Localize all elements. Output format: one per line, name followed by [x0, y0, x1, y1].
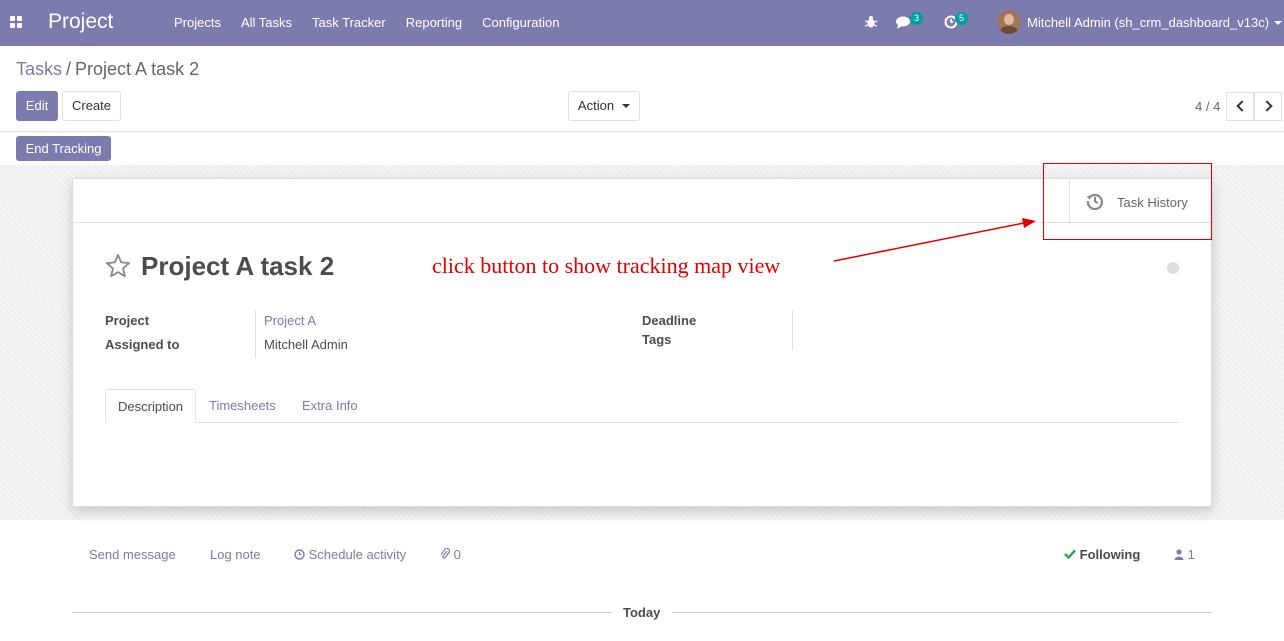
action-dropdown[interactable]: Action: [568, 91, 640, 121]
breadcrumb-current: Project A task 2: [75, 59, 200, 79]
followers-button[interactable]: 1: [1174, 547, 1195, 562]
button-box: Task History: [73, 179, 1211, 223]
divider: [0, 131, 1284, 132]
apps-icon[interactable]: [10, 16, 23, 29]
tags-label: Tags: [642, 332, 672, 347]
create-button[interactable]: Create: [62, 91, 121, 121]
chevron-right-icon: [1261, 100, 1273, 112]
breadcrumb-tasks[interactable]: Tasks: [16, 59, 62, 79]
annotation-text: click button to show tracking map view: [432, 253, 781, 278]
star-icon[interactable]: [105, 253, 131, 279]
end-tracking-button[interactable]: End Tracking: [16, 136, 111, 161]
menu-item-all-tasks[interactable]: All Tasks: [231, 0, 302, 46]
followers-count: 1: [1187, 547, 1195, 562]
pager-value: 4 / 4: [1195, 99, 1221, 114]
following-label: Following: [1079, 547, 1141, 562]
project-value[interactable]: Project A: [264, 313, 316, 328]
menu-item-reporting[interactable]: Reporting: [396, 0, 472, 46]
assigned-to-label: Assigned to: [105, 337, 180, 352]
avatar[interactable]: [997, 10, 1021, 34]
project-label: Project: [105, 313, 150, 328]
tab-description[interactable]: Description: [105, 389, 197, 423]
main-menu: Projects All Tasks Task Tracker Reportin…: [164, 0, 569, 46]
pager-next-button[interactable]: [1254, 92, 1282, 121]
clock-icon: [294, 549, 305, 560]
bug-icon[interactable]: [865, 15, 877, 29]
paperclip-icon: [440, 547, 451, 559]
schedule-activity-label: Schedule activity: [308, 547, 407, 562]
pager-previous-button[interactable]: [1226, 92, 1254, 121]
deadline-label: Deadline: [642, 313, 697, 328]
annotation-highlight-box: [1043, 163, 1212, 240]
tab-timesheets[interactable]: Timesheets: [197, 389, 288, 423]
user-icon: [1174, 549, 1184, 560]
attachments-button[interactable]: 0: [440, 547, 461, 562]
caret-down-icon[interactable]: [1274, 21, 1282, 25]
breadcrumb: Tasks / Project A task 2: [16, 59, 199, 80]
top-navbar: Project Projects All Tasks Task Tracker …: [0, 0, 1284, 46]
tab-extra-info[interactable]: Extra Info: [290, 389, 370, 423]
status-indicator[interactable]: [1167, 262, 1179, 274]
app-brand: Project: [48, 10, 114, 33]
caret-down-icon: [622, 104, 631, 108]
form-sheet: Task History Project A task 2 Project Pr…: [72, 178, 1212, 507]
today-separator-label: Today: [623, 605, 661, 620]
schedule-activity-button[interactable]: Schedule activity: [294, 547, 406, 562]
menu-item-task-tracker[interactable]: Task Tracker: [302, 0, 396, 46]
assigned-to-value[interactable]: Mitchell Admin: [264, 337, 348, 352]
action-label: Action: [577, 98, 615, 113]
divider: [672, 612, 1212, 613]
field-divider: [792, 310, 793, 350]
user-name[interactable]: Mitchell Admin (sh_crm_dashboard_v13c): [1027, 15, 1269, 30]
attachments-count: 0: [453, 547, 461, 562]
log-note-button[interactable]: Log note: [210, 547, 261, 562]
divider: [72, 612, 612, 613]
edit-button[interactable]: Edit: [16, 91, 58, 121]
menu-item-projects[interactable]: Projects: [164, 0, 231, 46]
task-title[interactable]: Project A task 2: [141, 251, 334, 282]
breadcrumb-separator: /: [66, 59, 72, 79]
menu-item-configuration[interactable]: Configuration: [472, 0, 569, 46]
send-message-button[interactable]: Send message: [89, 547, 176, 562]
notebook-tabs: Description Timesheets Extra Info: [105, 389, 1179, 423]
following-button[interactable]: Following: [1064, 547, 1140, 562]
check-icon: [1064, 549, 1076, 560]
chevron-left-icon: [1236, 100, 1248, 112]
messages-badge: 3: [910, 12, 924, 25]
activities-badge: 5: [955, 12, 969, 25]
field-divider: [255, 310, 256, 358]
